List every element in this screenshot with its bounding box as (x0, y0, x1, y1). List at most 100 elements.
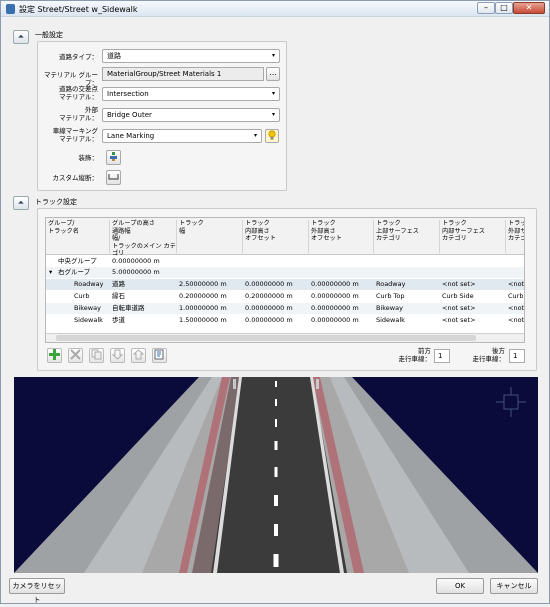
track-name: Roadway (74, 280, 104, 288)
track-outer-surface: <not se (508, 316, 525, 324)
general-settings-group: 道路タイプ： 道路 ▾ マテリアル グループ： MaterialGroup/St… (37, 41, 287, 191)
lane-marking-label: 車線マーキング マテリアル： (52, 127, 98, 143)
maximize-button[interactable]: □ (495, 2, 513, 14)
copy-track-button[interactable] (89, 348, 104, 363)
horizontal-scrollbar[interactable] (46, 333, 524, 342)
chevron-down-icon: ▾ (271, 52, 275, 59)
track-top-surface: Curb Top (376, 292, 405, 300)
table-row[interactable]: Bikeway 自転車道路 1.00000000 m 0.00000000 m … (46, 303, 524, 314)
move-down-button[interactable] (110, 348, 125, 363)
lightbulb-icon (268, 130, 276, 140)
front-lanes-label: 前方 走行車線： (398, 347, 432, 363)
track-inner-surface: <not set> (442, 316, 476, 324)
tree-expand-icon[interactable]: ▾ (49, 267, 52, 278)
copy-icon (91, 349, 102, 360)
intersection-material-label: 道路の交差点 マテリアル： (59, 85, 98, 101)
column-header[interactable]: トラック 内部サーフェス カテゴリ (440, 220, 506, 253)
lane-marking-value: Lane Marking (107, 132, 155, 140)
window-title: 設定 Street/Street w_Sidewalk (19, 5, 138, 14)
table-row[interactable]: Roadway 道路 2.50000000 m 0.00000000 m 0.0… (46, 279, 524, 290)
track-outer-surface: <not set> (508, 280, 525, 288)
group-row-center[interactable]: 中央グループ 0.00000000 m (46, 256, 524, 267)
chevron-down-icon: ▾ (271, 111, 275, 118)
street-type-combo[interactable]: 道路 ▾ (102, 49, 280, 63)
group-row-right[interactable]: ▾ 右グループ 5.00000000 m (46, 267, 524, 278)
preview-3d-viewport[interactable] (14, 377, 538, 573)
delete-track-button[interactable] (68, 348, 83, 363)
move-up-button[interactable] (131, 348, 146, 363)
intersection-material-combo[interactable]: Intersection ▾ (102, 87, 280, 101)
app-icon (6, 4, 15, 14)
column-header[interactable]: トラック 上部サーフェス カテゴリ (374, 220, 440, 253)
column-header[interactable]: グループの高さ 通路幅 幅/ トラックのメイン カテゴリ (110, 220, 177, 257)
cancel-button[interactable]: キャンセル (490, 578, 538, 594)
table-header: グループ/ トラック名 グループの高さ 通路幅 幅/ トラックのメイン カテゴリ… (46, 218, 524, 257)
column-header[interactable]: トラック 幅 (177, 220, 243, 253)
collapse-general-button[interactable]: ⏶ (13, 30, 29, 44)
tracks-table: グループ/ トラック名 グループの高さ 通路幅 幅/ トラックのメイン カテゴリ… (45, 217, 525, 343)
arrow-down-icon (111, 349, 124, 360)
material-group-browse-button[interactable]: ... (266, 67, 280, 81)
track-width: 1.50000000 m (179, 316, 227, 324)
group-height: 0.00000000 m (112, 257, 160, 265)
track-top-surface: Bikeway (376, 304, 403, 312)
group-name: 中央グループ (58, 257, 97, 265)
outer-material-value: Bridge Outer (107, 111, 152, 119)
track-inner-surface: <not set> (442, 304, 476, 312)
custom-profile-button[interactable] (106, 170, 121, 185)
scrollbar-thumb[interactable] (56, 335, 476, 341)
table-row[interactable]: Curb 縁石 0.20000000 m 0.20000000 m 0.0000… (46, 291, 524, 302)
custom-profile-label: カスタム縦断： (52, 174, 99, 182)
chevron-down-icon: ▾ (253, 132, 257, 139)
column-header[interactable]: グループ/ トラック名 (46, 220, 110, 253)
outer-material-label: 外部 マテリアル： (59, 106, 98, 122)
decoration-button[interactable] (106, 150, 121, 165)
properties-icon (154, 349, 164, 360)
track-name: Sidewalk (74, 316, 103, 324)
table-row[interactable]: Sidewalk 歩道 1.50000000 m 0.00000000 m 0.… (46, 315, 524, 326)
delete-icon (70, 349, 81, 360)
track-name: Curb (74, 292, 90, 300)
decoration-label: 装飾： (78, 154, 99, 162)
minimize-button[interactable]: – (477, 2, 495, 14)
chevron-down-icon: ▾ (271, 90, 275, 97)
outer-material-combo[interactable]: Bridge Outer ▾ (102, 108, 280, 122)
track-width: 1.00000000 m (179, 304, 227, 312)
track-outer-offset: 0.00000000 m (311, 292, 359, 300)
decoration-icon (110, 152, 117, 161)
track-outer-offset: 0.00000000 m (311, 280, 359, 288)
track-outer-surface: <not se (508, 304, 525, 312)
track-category: 縁石 (112, 292, 125, 300)
column-header[interactable]: トラック 外部高さ オフセット (309, 220, 374, 253)
track-width: 0.20000000 m (179, 292, 227, 300)
close-button[interactable]: ✕ (513, 2, 545, 14)
column-header[interactable]: トラック 外部サーフェ カテゴリ (506, 220, 524, 253)
intersection-material-value: Intersection (107, 90, 149, 98)
material-group-field[interactable]: MaterialGroup/Street Materials 1 (102, 67, 264, 81)
back-lanes-spinner[interactable]: 1 (509, 349, 525, 363)
add-track-button[interactable] (47, 348, 62, 363)
track-top-surface: Sidewalk (376, 316, 405, 324)
lane-marking-combo[interactable]: Lane Marking ▾ (102, 129, 262, 143)
track-inner-surface: Curb Side (442, 292, 474, 300)
track-inner-offset: 0.20000000 m (245, 292, 293, 300)
properties-button[interactable] (152, 348, 167, 363)
settings-window: 設定 Street/Street w_Sidewalk – □ ✕ ⏶ 一般設定… (0, 0, 550, 604)
track-inner-surface: <not set> (442, 280, 476, 288)
track-outer-offset: 0.00000000 m (311, 304, 359, 312)
collapse-tracks-button[interactable]: ⏶ (13, 196, 29, 210)
track-inner-offset: 0.00000000 m (245, 280, 293, 288)
track-inner-offset: 0.00000000 m (245, 316, 293, 324)
track-category: 歩道 (112, 316, 125, 324)
track-width: 2.50000000 m (179, 280, 227, 288)
general-section-title: 一般設定 (35, 31, 63, 39)
track-outer-surface: Curb Si (508, 292, 524, 300)
ok-button[interactable]: OK (436, 578, 484, 594)
track-outer-offset: 0.00000000 m (311, 316, 359, 324)
column-header[interactable]: トラック 内部高さ オフセット (243, 220, 309, 253)
street-type-value: 道路 (107, 52, 121, 60)
reset-camera-button[interactable]: カメラをリセット (9, 578, 65, 604)
lightbulb-button[interactable] (265, 129, 279, 143)
track-top-surface: Roadway (376, 280, 406, 288)
front-lanes-spinner[interactable]: 1 (434, 349, 450, 363)
